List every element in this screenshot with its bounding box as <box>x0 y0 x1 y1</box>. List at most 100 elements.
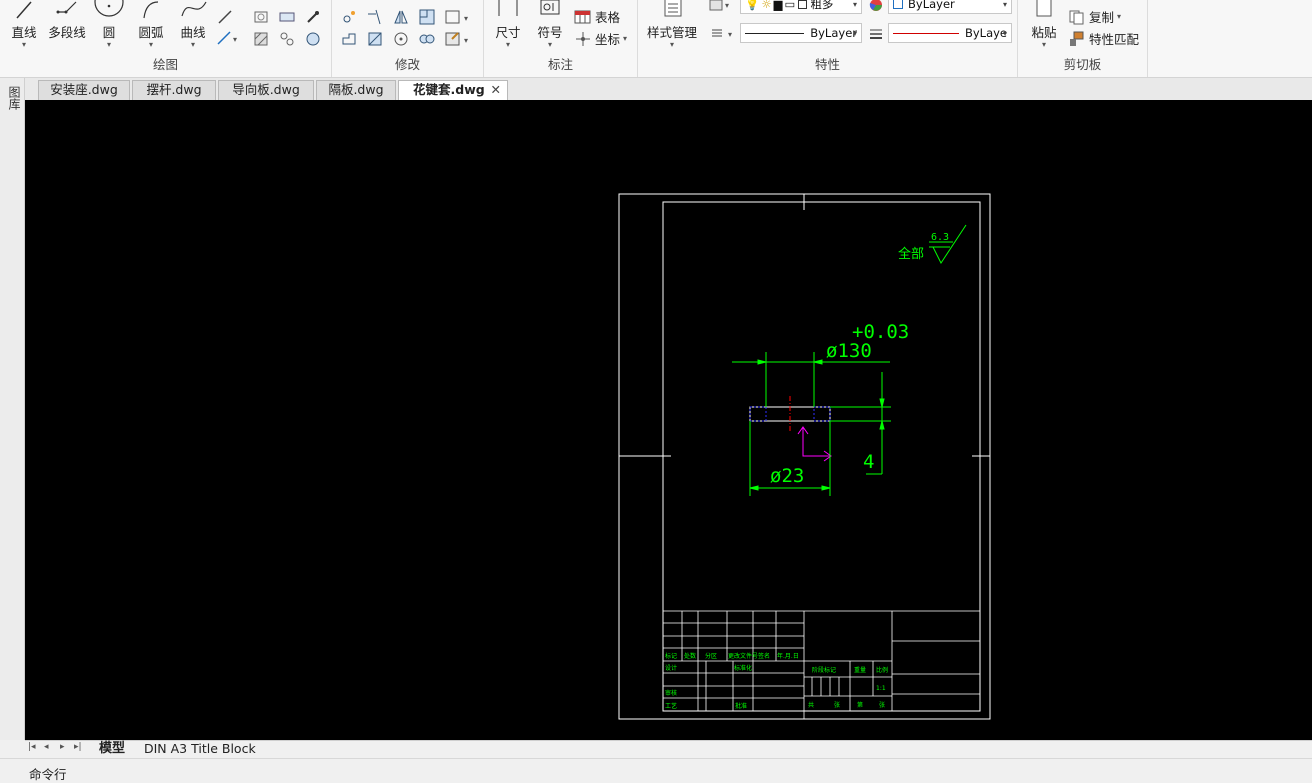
trim-icon[interactable] <box>366 8 384 26</box>
hatch-icon[interactable] <box>252 30 270 48</box>
close-icon[interactable]: ✕ <box>491 81 501 99</box>
table-button[interactable]: 表格 <box>574 7 620 26</box>
tb-weight: 重量 <box>854 666 866 674</box>
first-layout-icon[interactable]: |◂ <box>28 742 36 752</box>
paste-button[interactable]: 粘贴 ▾ <box>1026 0 1062 49</box>
linetype-combo[interactable]: ByLayer ▾ <box>740 23 862 43</box>
point-icon[interactable] <box>304 8 322 26</box>
fillet-icon[interactable] <box>418 30 436 48</box>
library-panel-toggle[interactable]: 图库 <box>6 86 23 110</box>
copy-icon <box>1069 10 1084 24</box>
stretch-icon[interactable] <box>340 30 358 48</box>
annotate-panel: 尺寸 ▾ 符号 ▾ 表格 坐标 ▾ 标注 <box>484 0 638 77</box>
chevron-down-icon: ▾ <box>852 0 857 9</box>
move-icon[interactable] <box>340 8 358 26</box>
scale-icon[interactable] <box>366 30 384 48</box>
layer-combo[interactable]: 💡 ☼ ▆ ▭ 粗多 ▾ <box>740 0 862 14</box>
dimension-button[interactable]: 尺寸 ▾ <box>490 0 526 49</box>
dim-tolerance-label: +0.03 <box>852 321 909 343</box>
chevron-down-icon: ▾ <box>1041 40 1046 49</box>
block-icon[interactable] <box>278 30 296 48</box>
chevron-down-icon: ▾ <box>1002 28 1007 38</box>
layout-tab-model[interactable]: 模型 <box>99 741 125 757</box>
svg-text:▾: ▾ <box>728 30 732 39</box>
dimension-inner: ø23 <box>749 421 831 496</box>
chevron-down-icon: ▾ <box>547 40 552 49</box>
chevron-down-icon: ▾ <box>669 40 674 49</box>
rectangle-icon[interactable] <box>252 8 270 26</box>
tb-design: 设计 <box>665 664 677 672</box>
lineweight-icon[interactable] <box>868 27 884 41</box>
table-icon <box>574 10 591 23</box>
tab-huajiantao[interactable]: 花键套.dwg ✕ <box>398 80 508 100</box>
modify-panel-label: 修改 <box>394 57 420 72</box>
title-block <box>663 610 980 719</box>
tb-scale-value: 1:1 <box>876 685 886 692</box>
layer-props-icon[interactable]: ▾ <box>708 0 734 14</box>
tab-daoxiangban[interactable]: 导向板.dwg <box>218 80 314 100</box>
mirror-icon[interactable] <box>392 8 410 26</box>
region-icon[interactable] <box>304 30 322 48</box>
match-props-button[interactable]: 特性匹配 <box>1068 29 1139 48</box>
tb-sheet-unit2: 张 <box>879 701 885 709</box>
svg-text:▾: ▾ <box>464 36 468 45</box>
tb-standardize: 标准化 <box>734 664 752 672</box>
style-manager-button[interactable]: 样式管理 ▾ <box>644 0 700 49</box>
tab-geban[interactable]: 隔板.dwg <box>316 80 396 100</box>
svg-text:▾: ▾ <box>464 14 468 23</box>
color-wheel-icon[interactable] <box>868 0 884 13</box>
last-layout-icon[interactable]: ▸| <box>74 742 82 752</box>
curve-button[interactable]: 曲线 ▾ <box>174 0 212 49</box>
arc-button[interactable]: 圆弧 ▾ <box>132 0 170 49</box>
lineweight-combo[interactable]: ByLaye ▾ <box>888 23 1012 43</box>
command-line[interactable]: 命令行 <box>0 758 1312 782</box>
rotate-icon[interactable] <box>392 30 410 48</box>
side-panel-strip: 图库 <box>0 78 25 740</box>
chevron-down-icon: ▾ <box>623 34 628 43</box>
offset-icon[interactable]: ▾ <box>444 8 474 26</box>
dim-thickness-label: 4 <box>863 451 874 473</box>
copy-button[interactable]: 复制 ▾ <box>1068 7 1121 26</box>
next-layout-icon[interactable]: ▸ <box>60 742 65 752</box>
symbol-button[interactable]: 符号 ▾ <box>532 0 568 49</box>
ray-icon[interactable]: ▾ <box>216 30 240 46</box>
array-icon[interactable] <box>418 8 436 26</box>
coordinate-icon <box>576 31 590 46</box>
tab-anzhuangzuo[interactable]: 安装座.dwg <box>38 80 130 100</box>
tb-stage-mark: 阶段标记 <box>812 666 836 674</box>
prev-layout-icon[interactable]: ◂ <box>44 742 49 752</box>
list-icon[interactable]: ▾ <box>710 26 738 40</box>
explode-icon[interactable]: ▾ <box>444 30 474 48</box>
tb-date: 年.月.日 <box>777 652 799 660</box>
layout-tab-bar: |◂ ◂ ▸ ▸| 模型 DIN A3 Title Block <box>25 740 1312 757</box>
part-geometry <box>749 396 831 433</box>
chevron-down-icon: ▾ <box>21 40 26 49</box>
tb-sheet-no: 第 <box>857 701 863 709</box>
layer-color-swatch <box>798 0 808 9</box>
annotate-panel-label: 标注 <box>547 57 573 72</box>
linetype-preview <box>745 32 805 34</box>
drawing-canvas[interactable]: 6.3 全部 ø130 +0.03 ø23 4 标记 处数 分区 更改文件号 签… <box>25 100 1312 740</box>
polyline-button[interactable]: 多段线 <box>46 0 88 41</box>
construction-line-icon[interactable] <box>216 8 234 26</box>
chevron-down-icon: ▾ <box>106 40 111 49</box>
paste-icon <box>1036 0 1052 17</box>
style-manager-icon <box>664 0 682 17</box>
tab-baigan[interactable]: 摆杆.dwg <box>132 80 216 100</box>
curve-icon <box>181 1 207 17</box>
modify-panel: ▾ ▾ 修改 <box>332 0 484 77</box>
arc-icon <box>143 1 159 19</box>
tb-approve: 批准 <box>735 702 747 710</box>
tb-process: 工艺 <box>665 702 677 710</box>
coordinate-button[interactable]: 坐标 ▾ <box>574 29 627 48</box>
surface-finish-value: 6.3 <box>931 232 949 243</box>
circle-button[interactable]: 圆 ▾ <box>92 0 126 49</box>
tb-mark: 标记 <box>665 652 677 660</box>
color-combo[interactable]: ByLayer ▾ <box>888 0 1012 14</box>
symbol-icon <box>540 0 560 15</box>
layout-tab-din-a3[interactable]: DIN A3 Title Block <box>144 741 256 757</box>
text-icon[interactable] <box>278 8 296 26</box>
chevron-down-icon: ▾ <box>190 40 195 49</box>
clipboard-panel: 粘贴 ▾ 复制 ▾ 特性匹配 剪切板 <box>1018 0 1148 77</box>
line-button[interactable]: 直线 ▾ <box>4 0 44 49</box>
